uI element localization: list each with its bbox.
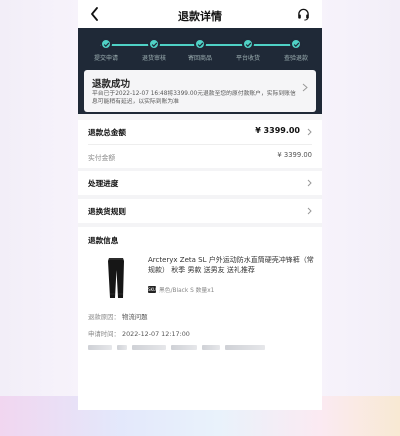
step-check-icon	[148, 38, 160, 50]
progress-row-card: 处理进度	[78, 171, 322, 195]
right-background	[322, 0, 400, 436]
step-received: 平台收货	[224, 38, 272, 62]
refund-info-title: 退款信息	[88, 236, 119, 245]
apply-time-label: 申请时间：	[88, 330, 120, 338]
page-title: 退款详情	[178, 10, 222, 23]
apply-time: 申请时间： 2022-12-07 12:17:00	[88, 329, 190, 338]
redacted-segment	[225, 345, 265, 350]
redacted-segment	[88, 345, 112, 350]
top-bar: 退款详情	[78, 0, 322, 28]
step-submit: 提交申请	[82, 38, 130, 62]
chevron-right-icon	[302, 83, 308, 92]
refund-status-card[interactable]: 退款成功 平台已于2022-12-07 16:48将3399.00元退款至您的原…	[84, 70, 316, 112]
step-label: 提交申请	[93, 55, 118, 62]
redacted-segment	[132, 345, 166, 350]
sku-tag-icon: SKU	[148, 286, 156, 293]
chevron-right-icon	[307, 128, 312, 136]
return-rules-label: 退换货规则	[88, 207, 126, 216]
redacted-segment	[202, 345, 220, 350]
apply-time-value: 2022-12-07 12:17:00	[122, 330, 190, 338]
left-background	[0, 0, 78, 436]
step-label: 平台收货	[235, 55, 260, 62]
step-check-icon	[100, 38, 112, 50]
step-label: 寄回商品	[187, 55, 212, 62]
status-title: 退款成功	[92, 79, 131, 90]
redacted-segment	[117, 345, 127, 350]
refund-amount-card: 退款总金额 ¥ 3399.00 实付金额 ¥ 3399.00	[78, 120, 322, 168]
refund-reason: 退款原因： 物流问题	[88, 312, 148, 321]
refund-reason-label: 退款原因：	[88, 313, 120, 321]
status-description: 平台已于2022-12-07 16:48将3399.00元退款至您的原付款账户，…	[92, 91, 296, 105]
step-review: 退货审核	[130, 38, 178, 62]
step-check-icon	[290, 38, 302, 50]
step-label: 查验退款	[283, 55, 308, 62]
chevron-right-icon	[307, 179, 312, 187]
step-inspect-refund: 查验退款	[272, 38, 320, 62]
return-rules-row[interactable]: 退换货规则	[78, 199, 322, 223]
redacted-segment	[171, 345, 197, 350]
refund-total-label: 退款总金额	[88, 128, 126, 137]
app-screen: 退款详情 提交申请 退货审核 寄回商品 平台收货 查验退款 退款成功 平台已于2…	[78, 0, 322, 410]
product-image[interactable]	[96, 255, 136, 301]
actual-paid-row: 实付金额 ¥ 3399.00	[78, 145, 322, 169]
step-check-icon	[242, 38, 254, 50]
step-label: 退货审核	[141, 55, 166, 62]
step-check-icon	[194, 38, 206, 50]
actual-paid-label: 实付金额	[88, 154, 116, 162]
step-ship-back: 寄回商品	[176, 38, 224, 62]
actual-paid-value: ¥ 3399.00	[277, 151, 312, 159]
refund-total-row[interactable]: 退款总金额 ¥ 3399.00	[78, 120, 322, 144]
refund-info-card: 退款信息 Arcteryx Zeta SL 户外运动防水直筒硬壳冲锋裤（常规款）…	[78, 227, 322, 410]
progress-row-label: 处理进度	[88, 179, 119, 188]
chevron-right-icon	[307, 207, 312, 215]
customer-service-icon[interactable]	[297, 8, 310, 21]
redacted-line	[88, 345, 265, 350]
rules-row-card: 退换货规则	[78, 199, 322, 223]
progress-row[interactable]: 处理进度	[78, 171, 322, 195]
refund-total-value: ¥ 3399.00	[255, 126, 300, 135]
sku-text: 黑色/Black S 数量x1	[159, 288, 215, 294]
product-sku: SKU 黑色/Black S 数量x1	[148, 285, 214, 294]
product-name[interactable]: Arcteryx Zeta SL 户外运动防水直筒硬壳冲锋裤（常规款） 秋季 男…	[148, 255, 314, 275]
refund-reason-value: 物流问题	[122, 313, 148, 321]
